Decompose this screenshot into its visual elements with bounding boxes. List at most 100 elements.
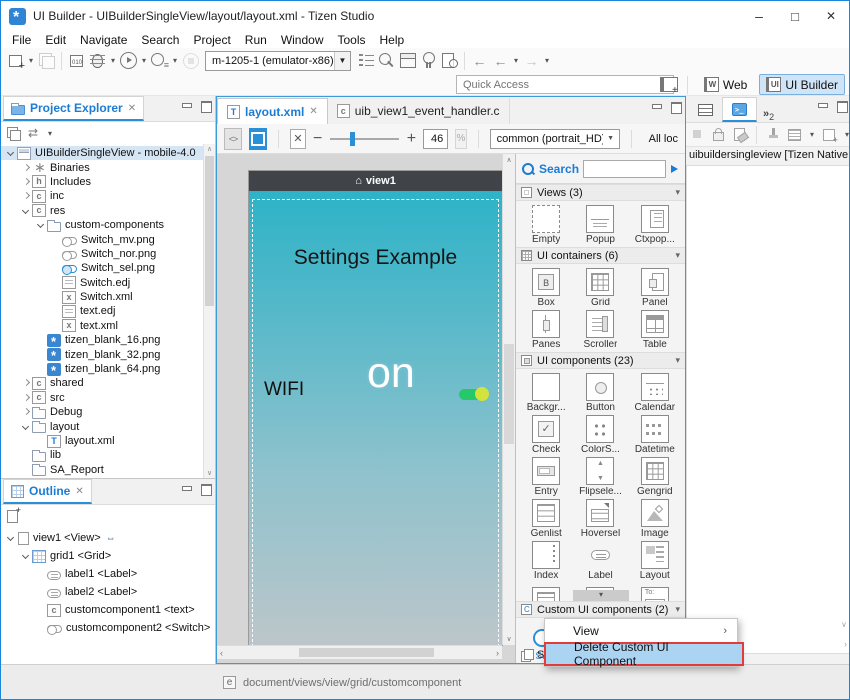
run-dropdown-icon[interactable] — [139, 50, 149, 71]
phone-preview[interactable]: view1 Settings Example WIFI on — [249, 171, 502, 645]
view-body[interactable]: Settings Example WIFI on — [249, 191, 502, 645]
menu-navigate[interactable]: Navigate — [73, 33, 134, 47]
tree-item[interactable]: cinc — [1, 189, 215, 203]
tree-item[interactable]: csrc — [1, 391, 215, 405]
palette-item-panes[interactable]: Panes — [519, 309, 573, 351]
fit-to-screen-icon[interactable] — [290, 129, 305, 149]
display-console-dropdown-icon[interactable] — [807, 124, 817, 145]
tab-properties[interactable] — [689, 97, 722, 122]
tree-item[interactable]: customcomponent2 <Switch> — [1, 619, 215, 637]
design-view-icon[interactable] — [249, 128, 267, 150]
settings-heading-label[interactable]: Settings Example — [249, 246, 502, 270]
clear-console-icon[interactable] — [731, 126, 748, 143]
maximize-panel-icon[interactable] — [200, 101, 211, 111]
debug-dropdown-icon[interactable] — [108, 50, 118, 71]
palette-item-colors-[interactable]: ColorS... — [573, 414, 627, 456]
run-icon[interactable] — [118, 50, 139, 71]
profile-dropdown-icon[interactable] — [170, 50, 180, 71]
scroll-lock-icon[interactable] — [710, 126, 727, 143]
perspective-web-button[interactable]: W Web — [697, 74, 754, 95]
expander-icon[interactable] — [5, 532, 17, 544]
menu-search[interactable]: Search — [134, 33, 186, 47]
tree-item[interactable]: grid1 <Grid> — [1, 547, 215, 565]
link-with-editor-icon[interactable] — [28, 126, 38, 140]
pin-console-icon[interactable] — [765, 126, 782, 143]
scroll-right-icon[interactable] — [844, 639, 847, 649]
binary-file-icon[interactable] — [66, 50, 87, 71]
tree-item[interactable]: cshared — [1, 376, 215, 390]
collapse-icon[interactable] — [675, 187, 680, 198]
tab-outline[interactable]: Outline — [3, 479, 92, 504]
emulator-manager-icon[interactable] — [397, 50, 418, 71]
menu-window[interactable]: Window — [274, 33, 331, 47]
tree-item[interactable]: xtext.xml — [1, 319, 215, 333]
open-perspective-icon[interactable] — [658, 76, 678, 94]
open-console-dropdown-icon[interactable] — [842, 124, 850, 145]
palette-item-hoversel[interactable]: Hoversel — [573, 498, 627, 540]
back-dropdown-icon[interactable] — [511, 50, 521, 71]
palette-item-grid[interactable]: Grid — [573, 267, 627, 309]
minimize-icon[interactable] — [741, 1, 777, 31]
palette-item-box[interactable]: Box — [519, 267, 573, 309]
maximize-icon[interactable] — [777, 1, 813, 31]
expander-icon[interactable] — [20, 406, 32, 418]
tree-item[interactable]: Debug — [1, 405, 215, 419]
expander-icon[interactable] — [20, 162, 32, 174]
quick-access-input[interactable] — [456, 75, 674, 94]
close-icon[interactable] — [75, 486, 83, 497]
dynamic-analyzer-icon[interactable] — [376, 50, 397, 71]
design-canvas[interactable]: view1 Settings Example WIFI on — [217, 154, 515, 663]
view-menu-icon[interactable] — [45, 123, 55, 144]
minimize-panel-icon[interactable] — [817, 101, 828, 111]
close-icon[interactable] — [813, 1, 849, 31]
tree-item[interactable]: Tlayout.xml — [1, 434, 215, 448]
context-menu-item-delete-custom-ui-component[interactable]: Delete Custom UI Component — [544, 642, 744, 666]
palette-item-image[interactable]: Image — [628, 498, 682, 540]
palette-item-button[interactable]: Button — [573, 372, 627, 414]
device-dropdown-icon[interactable] — [334, 52, 350, 70]
zoom-value-field[interactable]: 46 — [423, 129, 448, 149]
palette-item-datetime[interactable]: Datetime — [628, 414, 682, 456]
menu-project[interactable]: Project — [186, 33, 237, 47]
palette-item-popup[interactable]: Popup — [573, 204, 627, 246]
expander-icon[interactable] — [20, 205, 32, 217]
palette-section-header[interactable]: UI components (23) — [516, 352, 685, 369]
palette-section-header[interactable]: Custom UI components (2) — [516, 601, 685, 618]
outline-list-icon[interactable] — [355, 50, 376, 71]
canvas-vertical-scrollbar[interactable] — [502, 154, 515, 645]
new-dropdown-icon[interactable] — [26, 50, 36, 71]
collapse-icon[interactable] — [675, 355, 680, 366]
palette-item-scroller[interactable]: Scroller — [573, 309, 627, 351]
certificate-icon[interactable] — [418, 50, 439, 71]
tree-item[interactable]: Switch_mv.png — [1, 232, 215, 246]
tree-item[interactable]: cres — [1, 204, 215, 218]
palette-section-header[interactable]: Views (3) — [516, 184, 685, 201]
tree-item[interactable]: Switch_nor.png — [1, 247, 215, 261]
source-view-icon[interactable] — [224, 128, 242, 150]
tree-item[interactable]: label2 <Label> — [1, 583, 215, 601]
minimize-panel-icon[interactable] — [181, 101, 192, 111]
tree-item[interactable]: tizen_blank_16.png — [1, 333, 215, 347]
tree-item[interactable]: xSwitch.xml — [1, 290, 215, 304]
forward-dropdown-icon[interactable] — [542, 50, 552, 71]
expander-icon[interactable] — [20, 176, 32, 188]
palette-item-calendar[interactable]: Calendar — [628, 372, 682, 414]
scrollbar[interactable] — [203, 144, 215, 478]
expander-icon[interactable] — [20, 377, 32, 389]
search-go-icon[interactable] — [670, 162, 680, 176]
tree-item[interactable]: text.edj — [1, 304, 215, 318]
expander-icon[interactable] — [20, 190, 32, 202]
menu-run[interactable]: Run — [238, 33, 274, 47]
locale-selector[interactable]: All loc — [643, 129, 678, 149]
collapse-all-icon[interactable] — [6, 126, 21, 140]
tree-item[interactable]: label1 <Label> — [1, 565, 215, 583]
maximize-panel-icon[interactable] — [836, 101, 847, 111]
palette-section-header[interactable]: UI containers (6) — [516, 247, 685, 264]
palette-item-check[interactable]: Check — [519, 414, 573, 456]
tree-item[interactable]: tizen_blank_64.png — [1, 362, 215, 376]
save-all-icon[interactable] — [36, 50, 57, 71]
tab-layout-xml[interactable]: T layout.xml — [217, 98, 328, 124]
tree-item[interactable]: layout — [1, 419, 215, 433]
api-checker-icon[interactable] — [439, 50, 460, 71]
scroll-down-icon[interactable] — [841, 620, 847, 629]
